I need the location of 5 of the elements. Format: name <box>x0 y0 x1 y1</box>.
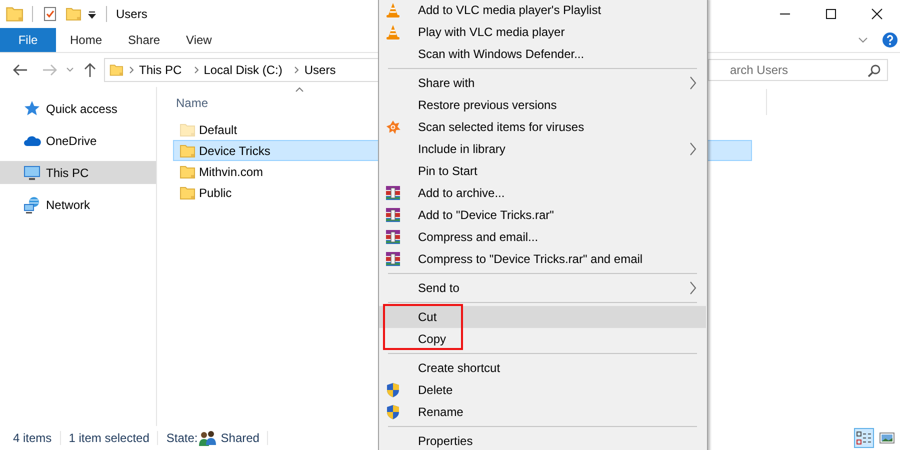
window-title: Users <box>116 7 148 21</box>
state-value: Shared <box>220 431 260 445</box>
item-count: 4 items <box>12 431 53 445</box>
state-label: State: <box>166 431 198 445</box>
selection-count: 1 item selected <box>68 431 150 445</box>
